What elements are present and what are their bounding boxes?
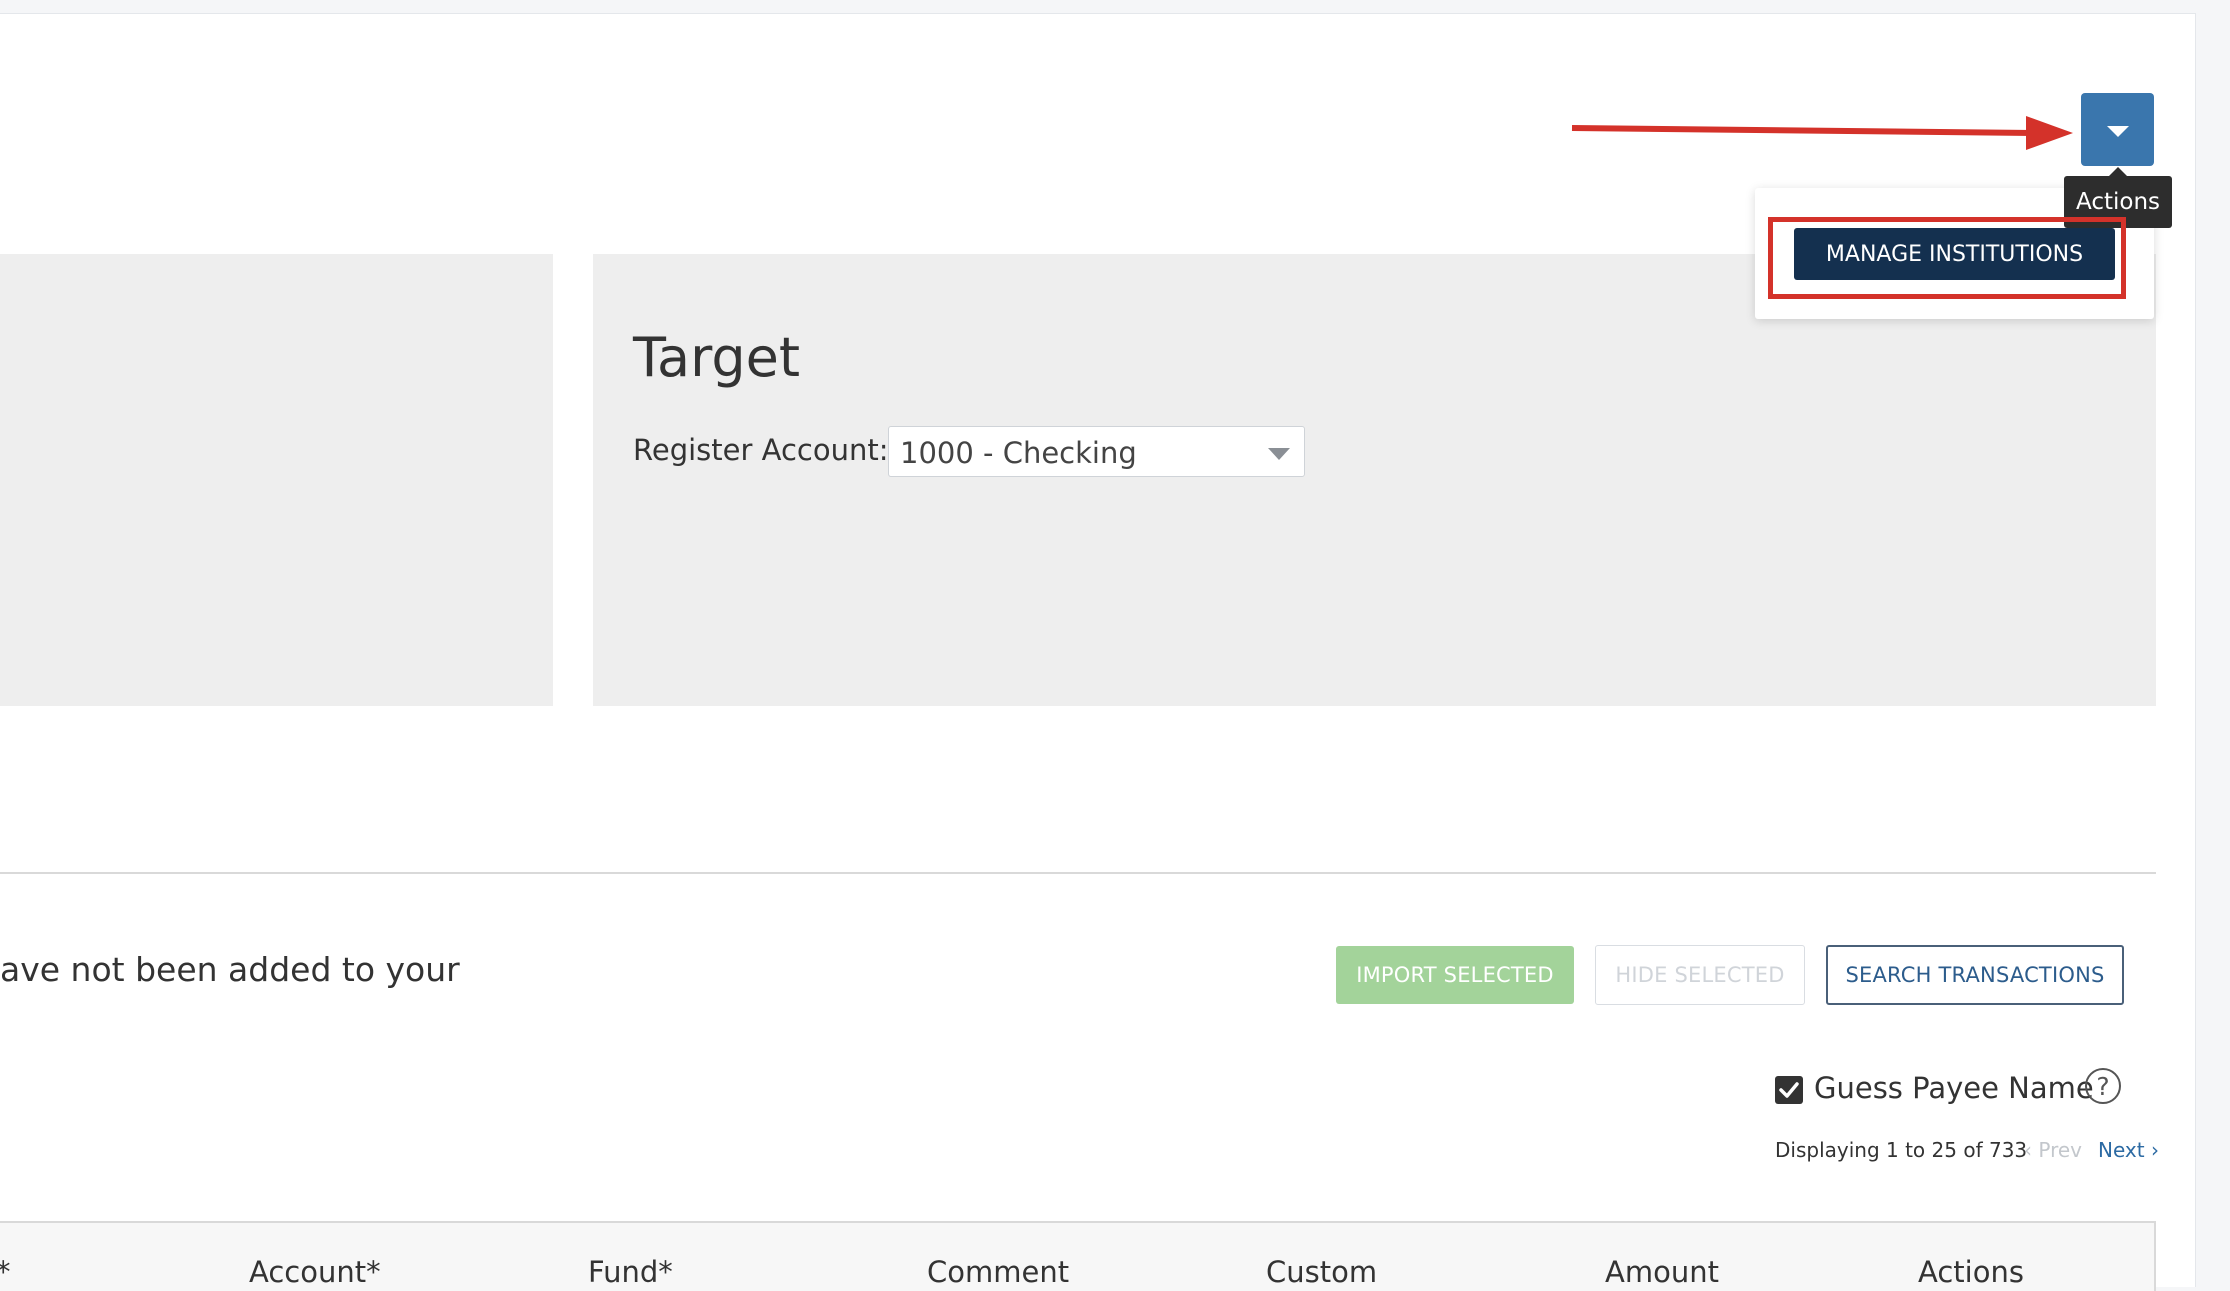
- source-panel: [0, 254, 553, 706]
- column-header-actions[interactable]: Actions: [1918, 1255, 2024, 1289]
- annotation-highlight-box: [1768, 217, 2126, 299]
- chevron-down-icon: [2107, 126, 2129, 137]
- column-header-comment[interactable]: Comment: [927, 1255, 1069, 1289]
- guess-payee-checkbox[interactable]: [1775, 1076, 1803, 1104]
- column-header[interactable]: *: [0, 1255, 11, 1289]
- column-header-custom[interactable]: Custom: [1266, 1255, 1377, 1289]
- guess-payee-label: Guess Payee Name: [1814, 1071, 2094, 1105]
- checkmark-icon: [1779, 1082, 1799, 1098]
- next-page-link[interactable]: Next ›: [2098, 1138, 2159, 1162]
- help-icon[interactable]: ?: [2085, 1068, 2121, 1104]
- section-divider: [0, 872, 2156, 874]
- search-transactions-button[interactable]: SEARCH TRANSACTIONS: [1826, 945, 2124, 1005]
- transactions-table-header: * Account* Fund* Comment Custom Amount A…: [0, 1221, 2156, 1291]
- target-panel: [593, 254, 2156, 706]
- arrow-annotation-icon: [1571, 116, 2073, 150]
- tooltip-arrow: [2109, 167, 2127, 176]
- register-account-select[interactable]: 1000 - Checking: [888, 426, 1305, 477]
- register-account-label: Register Account:: [633, 433, 889, 467]
- transactions-intro-text: ave not been added to your: [0, 950, 460, 989]
- pagination-summary: Displaying 1 to 25 of 733: [1775, 1138, 2028, 1162]
- column-header-amount[interactable]: Amount: [1605, 1255, 1719, 1289]
- target-title: Target: [633, 326, 801, 389]
- prev-page-link[interactable]: ‹ Prev: [2024, 1138, 2082, 1162]
- hide-selected-button[interactable]: HIDE SELECTED: [1595, 945, 1805, 1005]
- column-header-fund[interactable]: Fund*: [588, 1255, 673, 1289]
- register-account-value: 1000 - Checking: [900, 436, 1137, 470]
- import-selected-button[interactable]: IMPORT SELECTED: [1336, 946, 1574, 1004]
- column-header-account[interactable]: Account*: [249, 1255, 381, 1289]
- actions-dropdown-button[interactable]: [2081, 93, 2154, 166]
- chevron-down-icon: [1268, 448, 1290, 460]
